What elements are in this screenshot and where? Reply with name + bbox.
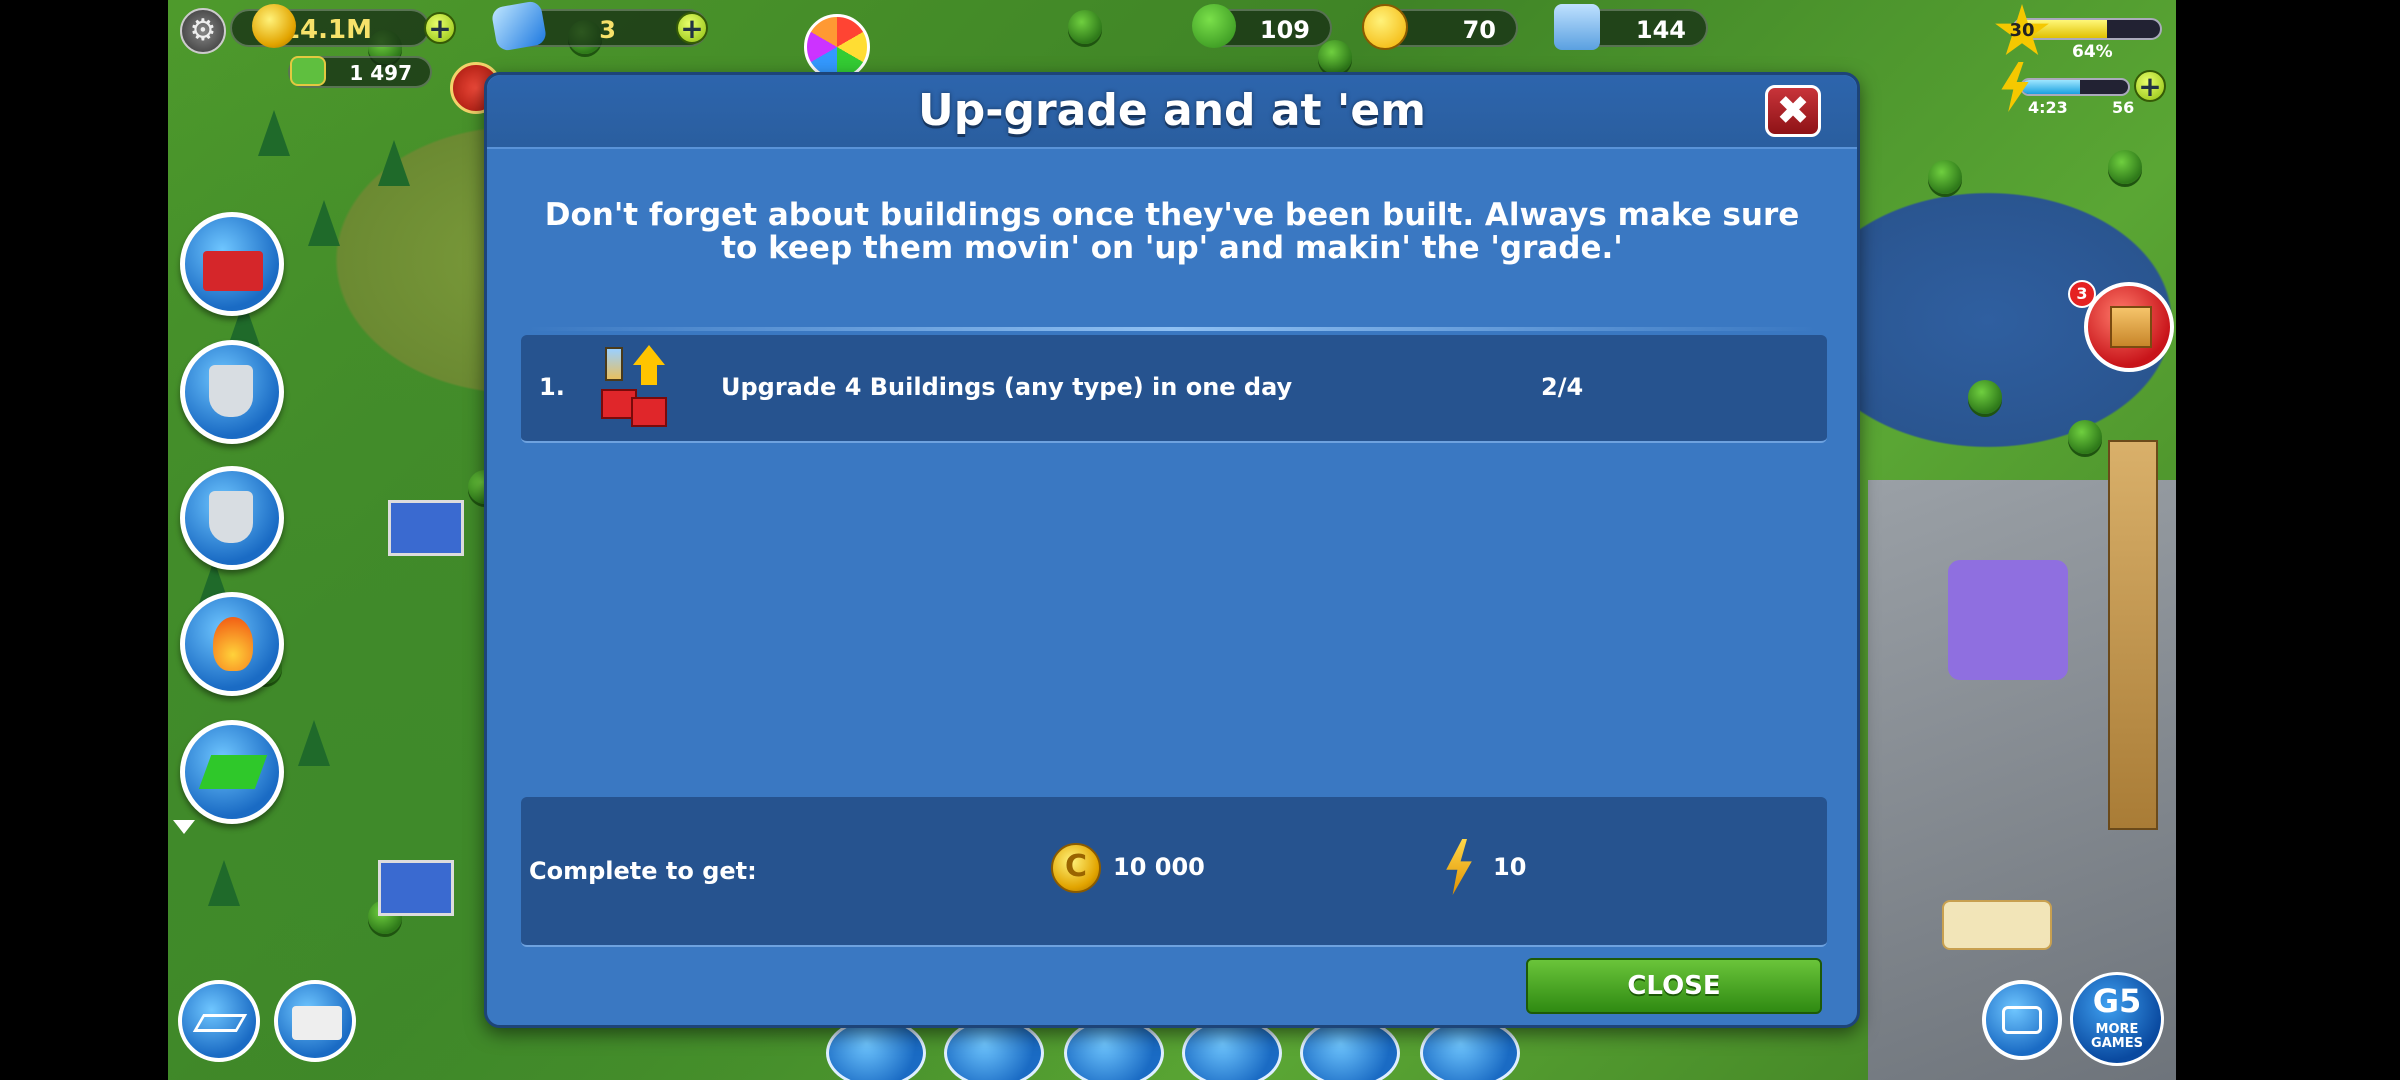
coin-stack-icon bbox=[252, 4, 296, 48]
task-row: 1. Upgrade 4 Buildings (any type) in one… bbox=[521, 335, 1827, 443]
bulldozer-icon bbox=[292, 1006, 342, 1040]
energy-bar bbox=[2020, 78, 2130, 96]
gear-icon: ⚙ bbox=[189, 13, 217, 48]
task-label: Upgrade 4 Buildings (any type) in one da… bbox=[721, 373, 1293, 401]
xp-percent: 64% bbox=[2072, 42, 2113, 62]
add-energy-button[interactable]: + bbox=[2134, 70, 2166, 102]
delivery-truck-icon[interactable] bbox=[1942, 900, 2052, 950]
more-games-button[interactable]: G5 MORE GAMES bbox=[2070, 972, 2164, 1066]
reward-coins: 10 000 bbox=[1113, 853, 1205, 881]
g5-logo: G5 bbox=[2092, 982, 2142, 1020]
close-x-button[interactable]: ✖ bbox=[1765, 85, 1821, 137]
box-icon bbox=[2110, 306, 2152, 348]
level-value: 30 bbox=[2009, 20, 2035, 41]
roads-button[interactable] bbox=[178, 980, 260, 1062]
eco-trophy-button[interactable] bbox=[180, 340, 284, 444]
quest-dialog: Up-grade and at 'em ✖ Don't forget about… bbox=[484, 72, 1860, 1028]
fire-shield-icon bbox=[213, 617, 253, 671]
divider bbox=[527, 327, 1817, 331]
add-coins-button[interactable]: + bbox=[424, 12, 456, 44]
task-progress: 2/4 bbox=[1541, 373, 1584, 401]
road-icon bbox=[192, 1014, 248, 1032]
energy-bolt-icon bbox=[1446, 839, 1472, 895]
smiley-icon bbox=[1362, 4, 1408, 50]
offers-badge: 3 bbox=[2068, 280, 2096, 308]
gem-icon bbox=[490, 0, 548, 53]
camera-icon bbox=[2002, 1006, 2042, 1034]
cash-icon bbox=[290, 56, 326, 86]
happiness-value: 70 bbox=[1462, 16, 1496, 44]
coin-icon: C bbox=[1051, 843, 1101, 893]
energy-count: 56 bbox=[2112, 98, 2135, 117]
tree-icon bbox=[1192, 4, 1236, 48]
population-icon bbox=[1554, 4, 1600, 50]
gems-value: 3 bbox=[599, 16, 616, 44]
upgrade-quests-button[interactable] bbox=[180, 212, 284, 316]
upgrade-houses-icon bbox=[589, 343, 679, 433]
sidebar-collapse-arrow[interactable] bbox=[173, 820, 195, 834]
trophy-tree-icon bbox=[209, 365, 253, 417]
expand-arrows-icon bbox=[198, 755, 268, 789]
camera-button[interactable] bbox=[1982, 980, 2062, 1060]
houses-upgrade-icon bbox=[203, 251, 263, 291]
trees-value: 109 bbox=[1259, 16, 1310, 44]
close-icon: ✖ bbox=[1776, 88, 1810, 134]
dialog-title: Up-grade and at 'em bbox=[917, 85, 1427, 136]
more-games-label: MORE GAMES bbox=[2091, 1022, 2143, 1051]
cash-value: 1 497 bbox=[349, 61, 412, 85]
task-number: 1. bbox=[539, 373, 565, 401]
reward-box: Complete to get: C 10 000 10 bbox=[521, 797, 1827, 947]
trophy-people-icon bbox=[209, 491, 253, 543]
build-button[interactable] bbox=[274, 980, 356, 1062]
dialog-header: Up-grade and at 'em ✖ bbox=[487, 75, 1857, 149]
population-value: 144 bbox=[1635, 16, 1686, 44]
settings-button[interactable]: ⚙ bbox=[180, 8, 226, 54]
fortune-wheel-icon[interactable] bbox=[804, 14, 870, 80]
add-gems-button[interactable]: + bbox=[676, 12, 708, 44]
close-button[interactable]: CLOSE bbox=[1526, 958, 1822, 1014]
dialog-description: Don't forget about buildings once they'v… bbox=[544, 197, 1800, 266]
reward-label: Complete to get: bbox=[529, 857, 757, 885]
offers-button[interactable] bbox=[2084, 282, 2174, 372]
expand-territory-button[interactable] bbox=[180, 720, 284, 824]
energy-fill bbox=[2022, 80, 2081, 94]
reward-energy: 10 bbox=[1493, 853, 1527, 881]
fire-safety-button[interactable] bbox=[180, 592, 284, 696]
energy-timer: 4:23 bbox=[2028, 98, 2068, 117]
population-trophy-button[interactable] bbox=[180, 466, 284, 570]
